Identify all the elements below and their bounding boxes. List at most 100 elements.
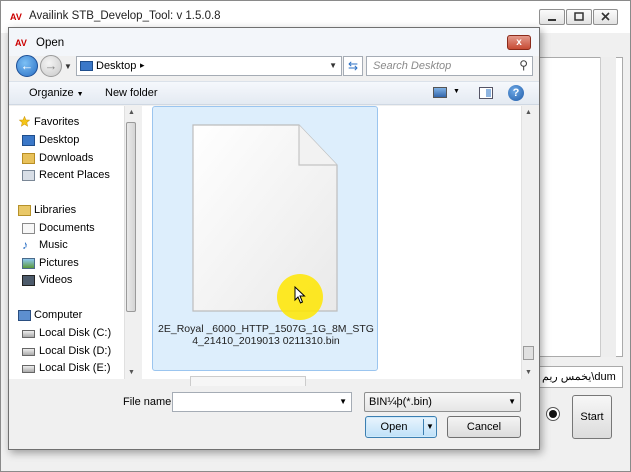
address-location[interactable]: Desktop bbox=[96, 60, 136, 72]
radio-button[interactable] bbox=[546, 407, 560, 421]
sidebar-item-local-disk-c[interactable]: Local Disk (C:) bbox=[22, 327, 112, 343]
scroll-down-icon[interactable]: ▼ bbox=[525, 369, 532, 376]
scroll-up-icon[interactable]: ▲ bbox=[128, 109, 135, 116]
dialog-close-button[interactable]: x bbox=[507, 35, 531, 50]
svg-text:AV: AV bbox=[15, 38, 27, 48]
refresh-icon: ⇆ bbox=[347, 59, 359, 73]
svg-text:AV: AV bbox=[10, 12, 22, 22]
refresh-button[interactable]: ⇆ bbox=[343, 56, 363, 76]
nav-group-favorites[interactable]: Favorites bbox=[18, 116, 80, 128]
view-dropdown-icon[interactable]: ▼ bbox=[453, 88, 460, 95]
search-icon[interactable]: ⚲ bbox=[519, 58, 528, 72]
organize-label: Organize bbox=[29, 87, 74, 99]
scroll-up-icon[interactable]: ▲ bbox=[525, 109, 532, 116]
address-chevron[interactable]: ▸ bbox=[140, 60, 145, 71]
nav-item-label: Local Disk (C:) bbox=[39, 327, 112, 339]
nav-item-label: Videos bbox=[39, 274, 73, 286]
scrollbar-thumb[interactable] bbox=[126, 122, 136, 312]
address-bar[interactable]: Desktop ▸ ▼ bbox=[76, 56, 342, 76]
navigation-scrollbar[interactable]: ▲ ▼ bbox=[124, 106, 137, 379]
nav-group-computer[interactable]: Computer bbox=[18, 309, 83, 321]
nav-group-label: Favorites bbox=[34, 116, 80, 128]
navigation-pane: Favorites Desktop Downloads Recent Place… bbox=[9, 106, 137, 379]
nav-item-label: Downloads bbox=[39, 152, 94, 164]
nav-item-label: Local Disk (E:) bbox=[39, 362, 111, 374]
nav-item-label: Documents bbox=[39, 222, 95, 234]
command-bar: Organize ▼ New folder ▼ ? bbox=[9, 81, 539, 105]
file-type-value: BIN¼þ(*.bin) bbox=[369, 396, 432, 408]
open-options-dropdown-icon[interactable]: ▼ bbox=[426, 422, 434, 431]
start-button[interactable]: Start bbox=[572, 395, 612, 439]
split-divider bbox=[423, 419, 424, 435]
back-button[interactable]: ← bbox=[16, 55, 38, 77]
libraries-icon bbox=[18, 205, 31, 216]
sidebar-item-downloads[interactable]: Downloads bbox=[22, 152, 94, 168]
sidebar-item-recent-places[interactable]: Recent Places bbox=[22, 169, 110, 185]
minimize-button[interactable] bbox=[539, 9, 565, 25]
sidebar-item-pictures[interactable]: Pictures bbox=[22, 257, 79, 273]
sidebar-item-desktop[interactable]: Desktop bbox=[22, 134, 80, 150]
close-icon bbox=[601, 12, 610, 21]
output-scrollbar[interactable] bbox=[600, 57, 616, 357]
drive-icon bbox=[22, 365, 35, 373]
nav-item-label: Pictures bbox=[39, 257, 79, 269]
scroll-down-icon[interactable]: ▼ bbox=[128, 369, 135, 376]
maximize-button[interactable] bbox=[566, 9, 592, 25]
history-dropdown-icon[interactable]: ▼ bbox=[64, 62, 72, 71]
nav-item-label: Music bbox=[39, 239, 68, 251]
app-title: Availink STB_Develop_Tool: v 1.5.0.8 bbox=[29, 10, 221, 22]
dialog-logo-icon: AV bbox=[15, 38, 27, 48]
nav-group-libraries[interactable]: Libraries bbox=[18, 204, 76, 216]
file-list-scrollbar[interactable]: ▲ ▼ bbox=[521, 106, 535, 379]
sidebar-item-documents[interactable]: Documents bbox=[22, 222, 95, 238]
nav-item-label: Desktop bbox=[39, 134, 80, 146]
cancel-button[interactable]: Cancel bbox=[447, 416, 521, 438]
view-icon[interactable] bbox=[433, 87, 447, 98]
open-dialog: AV Open x ← → ▼ Desktop ▸ ▼ ⇆ Search Des… bbox=[8, 27, 540, 450]
chevron-down-icon: ▼ bbox=[76, 91, 84, 98]
open-button[interactable]: Open ▼ bbox=[365, 416, 437, 438]
sidebar-item-music[interactable]: ♪ Music bbox=[22, 239, 68, 255]
organize-menu[interactable]: Organize ▼ bbox=[29, 87, 84, 99]
mouse-cursor-icon bbox=[294, 286, 306, 304]
recent-places-icon bbox=[22, 170, 35, 181]
search-box[interactable]: Search Desktop ⚲ bbox=[366, 56, 533, 76]
drive-icon bbox=[22, 348, 35, 356]
downloads-folder-icon bbox=[22, 153, 35, 164]
sidebar-item-local-disk-d[interactable]: Local Disk (D:) bbox=[22, 345, 112, 361]
file-name-input[interactable]: ▼ bbox=[172, 392, 352, 412]
close-button[interactable] bbox=[593, 9, 618, 25]
nav-item-label: Local Disk (D:) bbox=[39, 345, 112, 357]
computer-icon bbox=[18, 310, 31, 321]
sidebar-item-local-disk-e[interactable]: Local Disk (E:) bbox=[22, 362, 111, 378]
file-item[interactable]: 2E_Royal _6000_HTTP_1507G_1G_8M_STG4_214… bbox=[152, 106, 378, 371]
nav-group-label: Computer bbox=[34, 309, 83, 321]
file-name: 2E_Royal _6000_HTTP_1507G_1G_8M_STG4_214… bbox=[158, 323, 374, 347]
file-name-label: File name: bbox=[123, 396, 175, 408]
back-arrow-icon: ← bbox=[20, 58, 34, 73]
minimize-icon bbox=[548, 19, 556, 21]
new-folder-button[interactable]: New folder bbox=[105, 87, 158, 99]
path-field[interactable]: يخمس ريم\dum bbox=[539, 366, 623, 388]
dialog-title-bar: AV Open x bbox=[9, 28, 539, 56]
open-label: Open bbox=[380, 421, 408, 433]
videos-icon bbox=[22, 275, 35, 286]
sidebar-item-videos[interactable]: Videos bbox=[22, 274, 73, 290]
file-type-select[interactable]: BIN¼þ(*.bin) ▼ bbox=[364, 392, 521, 412]
star-icon bbox=[18, 116, 31, 127]
forward-button[interactable]: → bbox=[40, 55, 62, 77]
preview-pane-icon[interactable] bbox=[479, 87, 493, 99]
documents-icon bbox=[22, 223, 35, 234]
forward-arrow-icon: → bbox=[44, 58, 58, 73]
scrollbar-thumb[interactable] bbox=[523, 346, 534, 360]
app-logo-icon: AV bbox=[9, 9, 25, 23]
music-icon: ♪ bbox=[22, 238, 28, 252]
dialog-title: Open bbox=[36, 37, 65, 49]
file-list: 2E_Royal _6000_HTTP_1507G_1G_8M_STG4_214… bbox=[142, 106, 529, 386]
search-placeholder[interactable]: Search Desktop bbox=[373, 60, 451, 72]
chevron-down-icon[interactable]: ▼ bbox=[329, 61, 337, 70]
file-item[interactable] bbox=[190, 376, 306, 386]
help-icon[interactable]: ? bbox=[508, 85, 524, 101]
chevron-down-icon[interactable]: ▼ bbox=[339, 397, 347, 406]
pictures-icon bbox=[22, 258, 35, 269]
